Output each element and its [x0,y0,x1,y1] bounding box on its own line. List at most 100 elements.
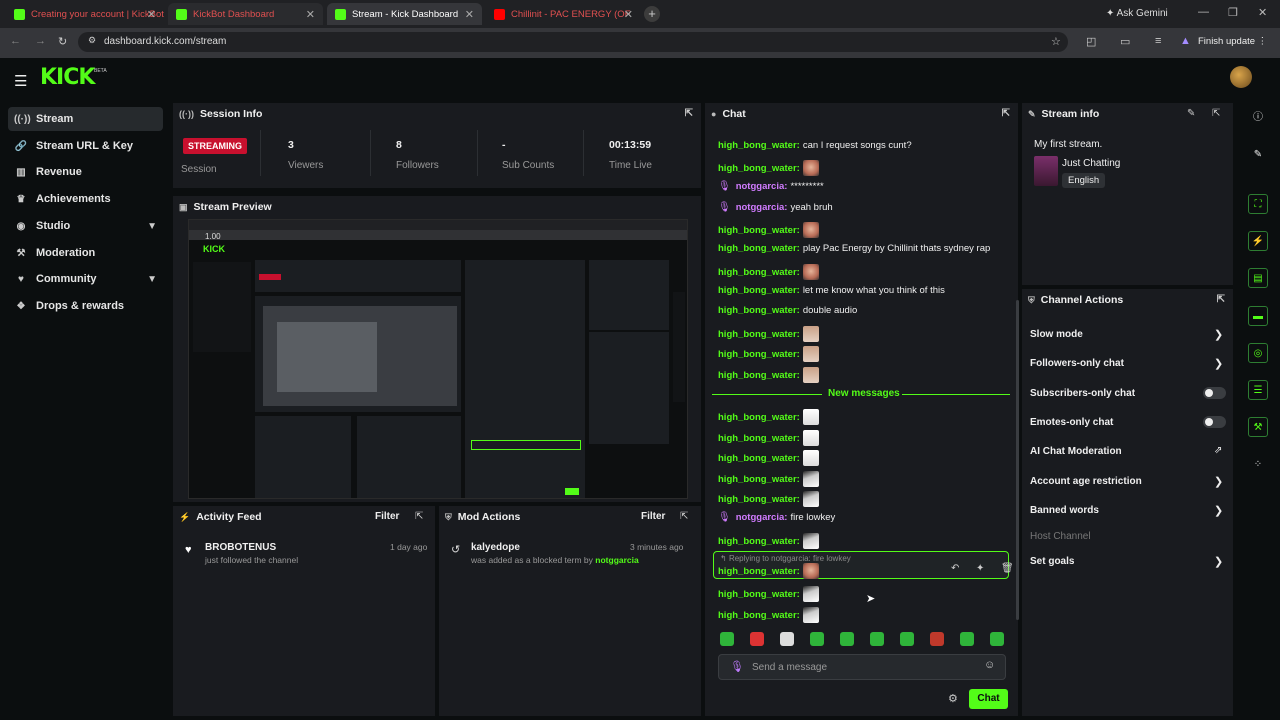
emote-icon[interactable] [990,632,1004,646]
hamburger-menu-icon[interactable]: ☰ [14,72,27,90]
popout-icon[interactable]: ⇱ [1002,108,1010,119]
chat-username[interactable]: high_bong_water: [718,536,800,547]
site-info-icon[interactable]: ⚙ [88,35,96,46]
reload-icon[interactable]: ↻ [58,35,67,48]
menu-lines-icon[interactable]: ≡ [1155,35,1161,47]
chat-scrollbar[interactable] [1016,300,1019,620]
emote-icon[interactable] [960,632,974,646]
sidebar-item-community[interactable]: ♥ Community ▼ [8,267,163,291]
url-input[interactable]: dashboard.kick.com/stream [78,32,1068,52]
emote-icon[interactable] [930,632,944,646]
ask-gemini-button[interactable]: ✦ Ask Gemini [1106,8,1168,19]
chat-settings-icon[interactable]: ⚙ [948,692,958,705]
document-icon[interactable]: ▤ [1248,268,1268,288]
sidebar-item-stream-url-key[interactable]: 🔗 Stream URL & Key [8,134,163,158]
emote-icon[interactable] [750,632,764,646]
chat-username[interactable]: high_bong_water: [718,243,800,254]
chat-username[interactable]: high_bong_water: [718,453,800,464]
popout-icon[interactable]: ⇱ [415,511,423,522]
bookmark-star-icon[interactable]: ☆ [1051,35,1061,48]
action-set-goals[interactable]: Set goals [1030,556,1074,567]
chat-username[interactable]: high_bong_water: [718,566,800,577]
sidebar-item-revenue[interactable]: ▥ Revenue [8,160,163,184]
emote-icon[interactable] [870,632,884,646]
chat-username[interactable]: high_bong_water: [718,412,800,423]
action-slow-mode[interactable]: Slow mode [1030,329,1083,340]
action-followers-only[interactable]: Followers-only chat [1030,358,1124,369]
chevron-right-icon[interactable]: ❯ [1214,504,1223,517]
chat-bubble-icon[interactable]: ▬ [1248,306,1268,326]
chevron-right-icon[interactable]: ❯ [1214,555,1223,568]
chat-username[interactable]: high_bong_water: [718,329,800,340]
action-banned-words[interactable]: Banned words [1030,505,1099,516]
broadcast-icon[interactable]: ◎ [1248,343,1268,363]
chat-username[interactable]: high_bong_water: [718,474,800,485]
finish-update-button[interactable]: Finish update ⋮ [1198,33,1267,51]
pin-icon[interactable]: ✦ [976,563,984,574]
sidebar-item-moderation[interactable]: ⚒ Moderation [8,241,163,265]
wrench-icon[interactable]: ⚒ [1248,417,1268,437]
layout-icon[interactable]: ☰ [1248,380,1268,400]
back-icon[interactable]: ← [10,35,21,47]
chevron-right-icon[interactable]: ❯ [1214,357,1223,370]
stream-category[interactable]: Just Chatting [1062,158,1120,169]
external-link-icon[interactable]: ⇗ [1214,445,1222,456]
close-tab-icon[interactable]: ✕ [306,8,315,21]
chat-username[interactable]: high_bong_water: [718,433,800,444]
emote-icon[interactable] [810,632,824,646]
emote-icon[interactable] [780,632,794,646]
mod-action-by[interactable]: notggarcia [595,555,638,565]
kick-logo[interactable]: KICK [40,65,95,90]
edit-icon[interactable]: ✎ [1187,108,1195,119]
tab-search-icon[interactable]: ▭ [1120,35,1130,48]
popout-icon[interactable]: ⇱ [685,108,693,119]
avatar[interactable] [1230,66,1252,88]
popout-icon[interactable]: ⇱ [680,511,688,522]
chat-username[interactable]: notggarcia: [736,512,788,523]
browser-tab[interactable]: KickBot Dashboard ✕ [168,3,323,25]
mod-action-user[interactable]: kalyedope [471,542,520,553]
undo-icon[interactable]: ↺ [451,543,460,556]
maximize-icon[interactable]: ❐ [1228,6,1238,19]
action-ai-chat-moderation[interactable]: AI Chat Moderation [1030,446,1122,457]
subscribers-only-toggle[interactable] [1203,387,1226,399]
browser-tab-active[interactable]: Stream - Kick Dashboard ✕ [327,3,482,25]
profile-icon[interactable]: ▲ [1180,35,1191,47]
extensions-icon[interactable]: ◰ [1086,35,1096,48]
pencil-icon[interactable]: ✎ [1248,145,1268,165]
forward-icon[interactable]: → [35,35,46,47]
chat-username[interactable]: high_bong_water: [718,589,800,600]
browser-tab[interactable]: Creating your account | KickBot ✕ [6,3,164,25]
chat-username[interactable]: high_bong_water: [718,349,800,360]
sidebar-item-stream[interactable]: ((·)) Stream [8,107,163,131]
close-tab-icon[interactable]: ✕ [465,8,474,21]
sidebar-item-studio[interactable]: ◉ Studio ▼ [8,214,163,238]
activity-user[interactable]: BROBOTENUS [205,542,276,553]
apps-icon[interactable]: ⁘ [1248,455,1268,475]
mod-filter-button[interactable]: Filter [641,511,665,522]
chat-username[interactable]: high_bong_water: [718,285,800,296]
popout-icon[interactable]: ⇱ [1217,294,1225,305]
close-window-icon[interactable]: ✕ [1258,6,1267,19]
chat-username[interactable]: high_bong_water: [718,225,800,236]
minimize-icon[interactable]: — [1198,6,1209,18]
chat-username[interactable]: high_bong_water: [718,163,800,174]
chat-username[interactable]: high_bong_water: [718,370,800,381]
popout-icon[interactable]: ⇱ [1212,108,1220,119]
emote-icon[interactable] [900,632,914,646]
chat-send-button[interactable]: Chat [969,689,1008,709]
delete-icon[interactable]: 🗑 [1001,563,1014,574]
emotes-only-toggle[interactable] [1203,416,1226,428]
emoji-picker-icon[interactable]: ☺ [984,659,995,671]
chat-username[interactable]: high_bong_water: [718,140,800,151]
chat-username[interactable]: high_bong_water: [718,610,800,621]
reply-icon[interactable]: ↶ [951,563,959,574]
activity-filter-button[interactable]: Filter [375,511,399,522]
emote-icon[interactable] [720,632,734,646]
browser-tab[interactable]: Chillinit - PAC ENERGY (OF ✕ [486,3,641,25]
chat-username[interactable]: high_bong_water: [718,305,800,316]
close-tab-icon[interactable]: ✕ [624,8,633,21]
close-tab-icon[interactable]: ✕ [147,8,156,21]
chat-username[interactable]: high_bong_water: [718,267,800,278]
chevron-right-icon[interactable]: ❯ [1214,475,1223,488]
